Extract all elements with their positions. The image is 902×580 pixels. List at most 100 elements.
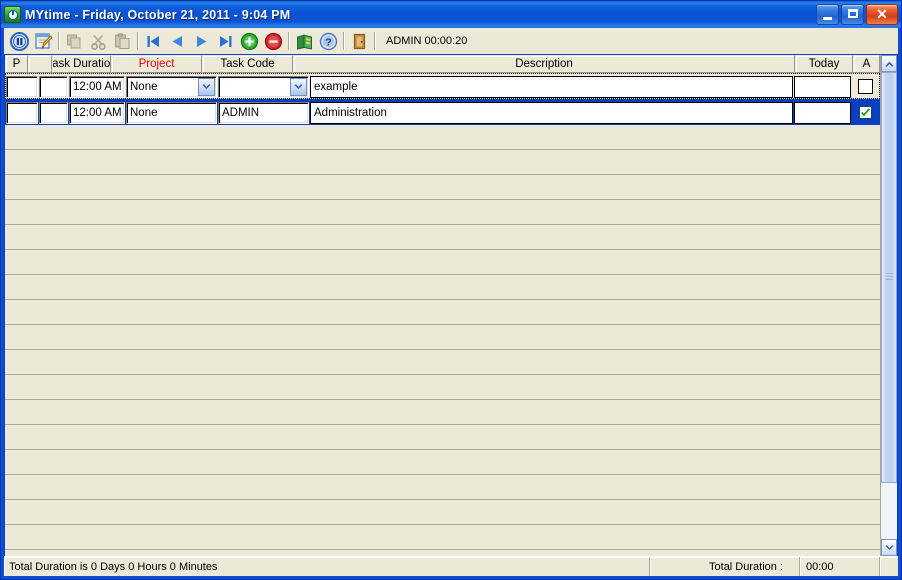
list-item[interactable] xyxy=(5,400,880,425)
add-record-button[interactable] xyxy=(237,30,261,53)
minimize-button[interactable] xyxy=(816,4,839,25)
book-icon xyxy=(296,34,312,50)
clock-app-icon xyxy=(4,6,21,23)
list-item[interactable] xyxy=(5,275,880,300)
scroll-down-button[interactable] xyxy=(881,539,897,556)
cell-marker[interactable] xyxy=(39,75,68,98)
exit-button[interactable] xyxy=(347,30,371,53)
column-header-task-code[interactable]: Task Code xyxy=(202,55,293,73)
maximize-icon xyxy=(848,9,858,18)
cell-today[interactable] xyxy=(794,75,851,98)
list-item[interactable] xyxy=(5,475,880,500)
copy-button[interactable] xyxy=(62,30,86,53)
toolbar-separator xyxy=(137,32,138,50)
toolbar-separator xyxy=(343,32,344,50)
cell-project[interactable]: None xyxy=(126,101,217,124)
caption-button-group: ✕ xyxy=(816,4,898,25)
active-checkbox[interactable] xyxy=(857,105,873,120)
scissors-icon xyxy=(90,34,106,50)
toolbar-separator xyxy=(288,32,289,50)
cell-today[interactable] xyxy=(794,101,851,124)
close-button[interactable]: ✕ xyxy=(866,4,898,25)
first-record-button[interactable] xyxy=(141,30,165,53)
delete-record-button[interactable] xyxy=(261,30,285,53)
check-icon xyxy=(860,107,870,116)
cell-project-combo[interactable]: None xyxy=(126,75,217,98)
list-item[interactable] xyxy=(5,350,880,375)
close-icon: ✕ xyxy=(876,6,888,22)
list-item[interactable] xyxy=(5,450,880,475)
cell-p[interactable] xyxy=(6,101,38,124)
timesheet-grid: P Task Duration Project Task Code Descri… xyxy=(4,54,898,556)
pause-button[interactable] xyxy=(7,30,31,53)
column-header-project[interactable]: Project xyxy=(111,55,202,73)
help-button[interactable]: ? xyxy=(316,30,340,53)
cell-marker[interactable] xyxy=(39,101,68,124)
list-item[interactable] xyxy=(5,375,880,400)
toolbar-separator xyxy=(58,32,59,50)
minimize-icon xyxy=(823,17,832,20)
title-bar[interactable]: MYtime - Friday, October 21, 2011 - 9:04… xyxy=(1,1,901,28)
reports-button[interactable] xyxy=(292,30,316,53)
cut-button[interactable] xyxy=(86,30,110,53)
paste-button[interactable] xyxy=(110,30,134,53)
list-item[interactable] xyxy=(5,125,880,150)
client-area: ? ADMIN 00:00:20 P ask Duratio Project T… xyxy=(4,28,898,576)
status-total-duration-sentence: Total Duration is 0 Days 0 Hours 0 Minut… xyxy=(4,557,650,576)
list-item[interactable] xyxy=(5,500,880,525)
column-header-today[interactable]: Today xyxy=(795,55,853,73)
list-item[interactable] xyxy=(5,150,880,175)
cell-a[interactable] xyxy=(852,102,878,124)
cell-project-value: None xyxy=(130,80,158,93)
previous-record-button[interactable] xyxy=(165,30,189,53)
column-header-a[interactable]: A xyxy=(853,55,880,73)
active-checkbox[interactable] xyxy=(857,79,873,94)
grid-header-row: P Task Duration Project Task Code Descri… xyxy=(5,55,880,73)
cell-task-code-combo[interactable] xyxy=(218,75,309,98)
cell-task-duration[interactable]: 12:00 AM xyxy=(69,101,125,124)
column-header-p[interactable]: P xyxy=(5,55,28,73)
table-row[interactable]: 12:00 AM None ADMIN Administration xyxy=(5,99,880,125)
cell-task-duration[interactable]: 12:00 AM xyxy=(69,75,125,98)
status-resize-grip[interactable] xyxy=(880,557,898,576)
chevron-down-icon[interactable] xyxy=(198,77,215,96)
list-item[interactable] xyxy=(5,225,880,250)
scroll-track[interactable] xyxy=(881,72,897,539)
column-header-task-duration[interactable]: Task Duration xyxy=(52,55,111,73)
scroll-down-icon xyxy=(885,544,893,550)
vertical-scrollbar[interactable] xyxy=(880,55,897,556)
toolbar-separator xyxy=(374,32,375,50)
toolbar: ? ADMIN 00:00:20 xyxy=(4,28,898,54)
vertical-scroll-thumb[interactable] xyxy=(881,72,897,483)
list-item[interactable] xyxy=(5,325,880,350)
next-record-button[interactable] xyxy=(189,30,213,53)
active-task-status: ADMIN 00:00:20 xyxy=(386,35,468,47)
scroll-up-icon xyxy=(885,61,893,67)
cell-a[interactable] xyxy=(852,76,878,98)
chevron-down-icon[interactable] xyxy=(290,77,307,96)
add-green-icon xyxy=(240,32,258,50)
list-item[interactable] xyxy=(5,525,880,550)
scroll-up-button[interactable] xyxy=(881,55,897,72)
list-item[interactable] xyxy=(5,175,880,200)
table-row[interactable]: 12:00 AM None example xyxy=(5,73,880,99)
edit-button[interactable] xyxy=(31,30,55,53)
cell-description[interactable]: Administration xyxy=(310,101,793,124)
list-item[interactable] xyxy=(5,300,880,325)
next-icon xyxy=(196,35,206,47)
column-header-description[interactable]: Description xyxy=(293,55,795,73)
cell-p[interactable] xyxy=(6,75,38,98)
cell-task-code[interactable]: ADMIN xyxy=(218,101,309,124)
column-header-marker[interactable] xyxy=(28,55,52,73)
list-item[interactable] xyxy=(5,425,880,450)
last-record-button[interactable] xyxy=(213,30,237,53)
grid-inner: P Task Duration Project Task Code Descri… xyxy=(5,55,897,556)
maximize-button[interactable] xyxy=(841,4,864,25)
cell-description[interactable]: example xyxy=(310,75,793,98)
list-item[interactable] xyxy=(5,200,880,225)
grid-empty-area[interactable] xyxy=(5,125,880,556)
list-item[interactable] xyxy=(5,550,880,556)
paste-icon xyxy=(114,32,129,49)
list-item[interactable] xyxy=(5,250,880,275)
status-total-duration-label: Total Duration : xyxy=(650,557,800,576)
